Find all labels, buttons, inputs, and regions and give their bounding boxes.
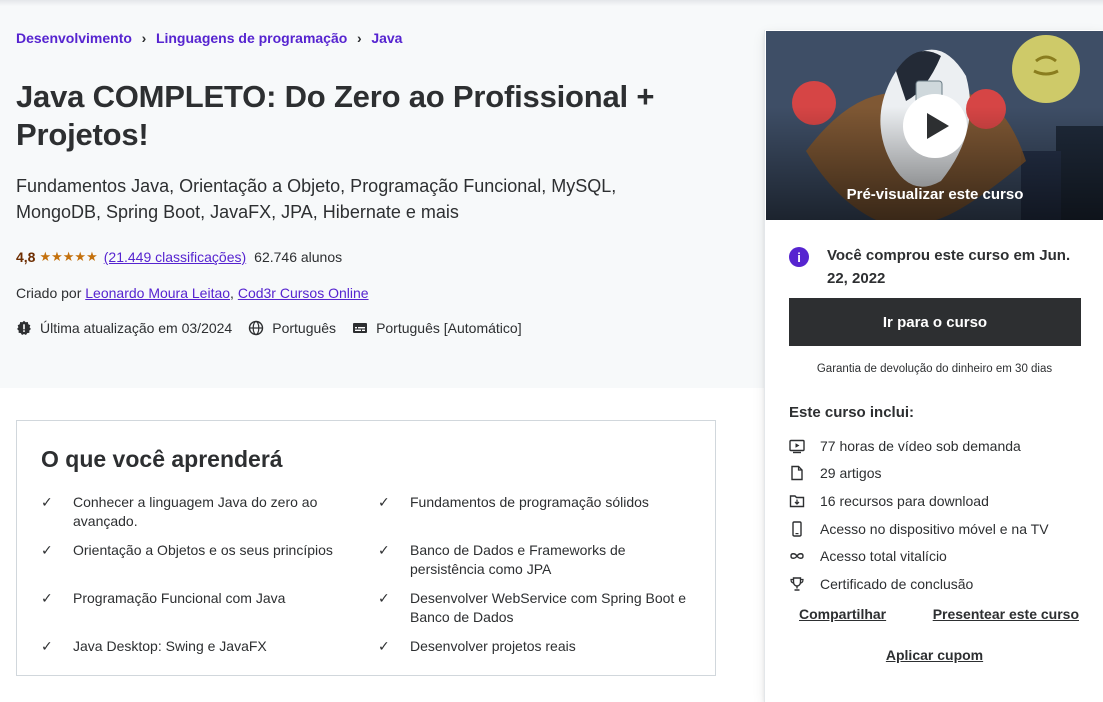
last-updated-text: Última atualização em 03/2024 <box>40 320 233 336</box>
file-icon <box>791 466 803 481</box>
learn-item: ✓ Java Desktop: Swing e JavaFX <box>41 637 378 675</box>
include-text: 16 recursos para download <box>820 492 989 509</box>
captions-text: Português [Automático] <box>376 320 522 336</box>
learn-item: ✓ Fundamentos de programação sólidos <box>378 493 691 531</box>
chevron-right-icon: › <box>141 30 147 46</box>
download-icon <box>789 495 805 508</box>
includes-list: 77 horas de vídeo sob demanda 29 artigos… <box>789 432 1089 598</box>
what-you-will-learn: O que você aprenderá ✓ Conhecer a linguag… <box>16 420 716 676</box>
learn-item-text: Conhecer a linguagem Java do zero ao ava… <box>73 494 318 529</box>
info-icon: i <box>789 247 809 267</box>
created-by-label: Criado por <box>16 285 82 301</box>
course-meta: Última atualização em 03/2024 Português … <box>16 320 538 336</box>
learn-list: ✓ Conhecer a linguagem Java do zero ao av… <box>41 493 691 675</box>
include-text: Acesso no dispositivo móvel e na TV <box>820 520 1049 537</box>
purchase-sidebar: Pré-visualizar este curso i Você comprou… <box>764 30 1103 702</box>
learn-item-text: Fundamentos de programação sólidos <box>410 494 649 510</box>
purchased-notice: i Você comprou este curso em Jun. 22, 20… <box>789 244 1089 290</box>
check-icon: ✓ <box>41 494 53 510</box>
include-item: Acesso total vitalício <box>789 542 1089 570</box>
breadcrumb-item-linguagens[interactable]: Linguagens de programação <box>156 30 347 46</box>
learn-item-text: Java Desktop: Swing e JavaFX <box>73 638 267 654</box>
ratings-count-link[interactable]: (21.449 classificações) <box>104 249 246 265</box>
course-language: Português <box>248 320 336 336</box>
share-row: Compartilhar Presentear este curso <box>799 606 1079 622</box>
go-to-course-button[interactable]: Ir para o curso <box>789 298 1081 346</box>
course-preview[interactable]: Pré-visualizar este curso <box>766 31 1103 220</box>
learn-item: ✓ Conhecer a linguagem Java do zero ao av… <box>41 493 378 531</box>
include-item: 16 recursos para download <box>789 487 1089 515</box>
play-icon <box>927 113 949 139</box>
learn-item: ✓ Desenvolver projetos reais <box>378 637 691 675</box>
star-rating-icon: ★★★★★ <box>39 249 98 264</box>
last-updated: Última atualização em 03/2024 <box>16 320 232 336</box>
share-button[interactable]: Compartilhar <box>799 606 886 622</box>
mobile-icon <box>792 520 802 537</box>
check-icon: ✓ <box>41 590 53 606</box>
rating-row: 4,8 ★★★★★ (21.449 classificações) 62.746… <box>16 249 342 265</box>
learn-item-text: Desenvolver projetos reais <box>410 638 576 654</box>
include-text: Acesso total vitalício <box>820 548 947 565</box>
course-title: Java COMPLETO: Do Zero ao Profissional +… <box>16 79 655 152</box>
include-item: 29 artigos <box>789 460 1089 488</box>
learn-item-text: Banco de Dados e Frameworks de persistên… <box>410 542 626 577</box>
check-icon: ✓ <box>41 542 53 558</box>
learn-title: O que você aprenderá <box>41 446 283 472</box>
money-back-guarantee: Garantia de devolução do dinheiro em 30 … <box>816 363 1053 375</box>
course-subtitle: Fundamentos Java, Orientação a Objeto, P… <box>16 176 617 222</box>
students-count: 62.746 alunos <box>254 249 343 265</box>
check-icon: ✓ <box>378 494 390 510</box>
include-text: Certificado de conclusão <box>820 575 974 592</box>
include-item: Acesso no dispositivo móvel e na TV <box>789 515 1089 543</box>
play-button[interactable] <box>903 94 967 158</box>
gift-course-button[interactable]: Presentear este curso <box>933 606 1079 622</box>
learn-item-text: Orientação a Objetos e os seus princípio… <box>73 542 333 558</box>
check-icon: ✓ <box>378 542 390 558</box>
learn-item: ✓ Programação Funcional com Java <box>41 589 378 627</box>
instructor-link[interactable]: Cod3r Cursos Online <box>238 285 369 301</box>
language-text: Português <box>272 320 337 336</box>
include-item: 77 horas de vídeo sob demanda <box>789 432 1089 460</box>
include-text: 77 horas de vídeo sob demanda <box>820 437 1021 454</box>
learn-item-text: Desenvolver WebService com Spring Boot e… <box>410 590 686 625</box>
includes-title: Este curso inclui: <box>789 404 915 421</box>
captions-icon <box>353 323 368 333</box>
globe-icon <box>249 320 264 336</box>
apply-coupon-button[interactable]: Aplicar cupom <box>765 647 1103 663</box>
trophy-icon <box>790 577 804 591</box>
learn-item: ✓ Orientação a Objetos e os seus princípi… <box>41 541 378 579</box>
infinity-icon <box>790 553 804 560</box>
breadcrumb-item-java[interactable]: Java <box>371 30 402 46</box>
chevron-right-icon: › <box>356 30 362 46</box>
instructor-link[interactable]: Leonardo Moura Leitao <box>85 285 230 301</box>
check-icon: ✓ <box>41 638 53 654</box>
learn-item: ✓ Desenvolver WebService com Spring Boot … <box>378 589 691 627</box>
check-icon: ✓ <box>378 590 390 606</box>
course-captions: Português [Automático] <box>352 320 522 336</box>
alert-badge-icon <box>17 320 31 335</box>
include-item: Certificado de conclusão <box>789 570 1089 598</box>
rating-value: 4,8 <box>16 249 36 265</box>
check-icon: ✓ <box>378 638 390 654</box>
breadcrumb-item-desenvolvimento[interactable]: Desenvolvimento <box>16 30 132 46</box>
learn-item-text: Programação Funcional com Java <box>73 590 286 606</box>
header-shadow <box>0 0 1103 6</box>
preview-label: Pré-visualizar este curso <box>846 186 1024 203</box>
purchased-text: Você comprou este curso em Jun. 22, 2022 <box>827 247 1071 287</box>
include-text: 29 artigos <box>820 465 882 482</box>
creator-row: Criado por Leonardo Moura Leitao, Cod3r … <box>16 285 369 301</box>
learn-item: ✓ Banco de Dados e Frameworks de persistê… <box>378 541 691 579</box>
video-icon <box>789 439 805 453</box>
breadcrumb: Desenvolvimento › Linguagens de programa… <box>16 30 402 46</box>
